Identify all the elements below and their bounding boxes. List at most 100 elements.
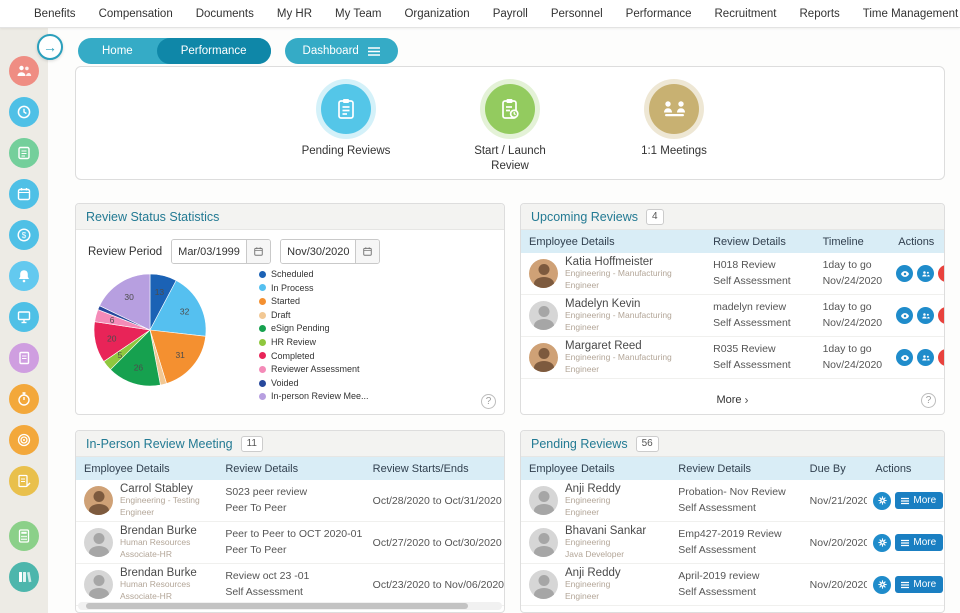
nav-documents[interactable]: Documents [196, 8, 254, 20]
nav-my-hr[interactable]: My HR [277, 8, 312, 20]
review-name: H018 Review [713, 259, 776, 272]
review-name: Emp427-2019 Review [678, 528, 782, 541]
more-button[interactable]: More [895, 492, 944, 509]
table-row: Anji Reddy Engineering Engineer April-20… [521, 564, 944, 606]
legend-item: Scheduled [259, 268, 369, 281]
start-launch-review-action[interactable]: Start / Launch Review [460, 80, 560, 179]
calendar-icon[interactable] [9, 179, 39, 209]
payroll-icon[interactable]: $ [9, 220, 39, 250]
tab-performance[interactable]: Performance [156, 38, 271, 64]
nav-time-management[interactable]: Time Management [863, 8, 958, 20]
legend-dot-icon [259, 325, 266, 333]
goals-icon[interactable] [9, 425, 39, 455]
due-date: Nov/20/2020 [809, 578, 868, 591]
nav-organization[interactable]: Organization [404, 8, 469, 20]
table-row: Brendan Burke Human Resources Associate-… [76, 564, 504, 606]
cancel-icon[interactable]: × [938, 265, 944, 282]
one-on-one-meetings-action[interactable]: 1:1 Meetings [624, 80, 724, 179]
employee-role: Java Developer [565, 548, 625, 559]
settings-gear-icon[interactable] [873, 575, 892, 594]
help-icon[interactable]: ? [921, 393, 936, 408]
legend-item: In Process [259, 282, 369, 295]
ledger-icon[interactable] [9, 466, 39, 496]
more-link[interactable]: More › [716, 393, 748, 407]
cancel-icon[interactable]: × [938, 349, 944, 366]
more-button[interactable]: More [895, 576, 944, 593]
one-on-one-meetings-icon[interactable] [649, 84, 699, 134]
date-to-input[interactable] [281, 240, 356, 263]
more-button[interactable]: More [895, 534, 944, 551]
count-badge: 11 [240, 435, 263, 452]
time-icon[interactable] [9, 97, 39, 127]
table-row: Brendan Burke Human Resources Associate-… [76, 522, 504, 564]
documents-icon[interactable] [9, 343, 39, 373]
nav-recruitment[interactable]: Recruitment [715, 8, 777, 20]
tasks-icon[interactable] [9, 138, 39, 168]
review-type: Self Assessment [678, 501, 756, 514]
sidebar-expand-button[interactable]: → [37, 34, 63, 60]
employee-dept: Human Resources [120, 537, 191, 548]
legend-item: Reviewer Assessment [259, 363, 369, 376]
pie-value-label: 32 [180, 307, 190, 317]
tab-home[interactable]: Home [78, 38, 157, 64]
reassign-icon[interactable] [917, 349, 935, 366]
nav-benefits[interactable]: Benefits [34, 8, 76, 20]
table-header: Employee Details Review Details Due By A… [521, 457, 944, 480]
timer-icon[interactable] [9, 384, 39, 414]
pending-reviews-icon[interactable] [321, 84, 371, 134]
library-icon[interactable] [9, 562, 39, 592]
settings-gear-icon[interactable] [873, 491, 892, 510]
column-header: Timeline [822, 235, 864, 248]
legend-item: Voided [259, 377, 369, 390]
nav-compensation[interactable]: Compensation [99, 8, 173, 20]
employee-dept: Human Resources [120, 579, 191, 590]
pending-reviews-action[interactable]: Pending Reviews [296, 80, 396, 179]
date-from-input[interactable] [172, 240, 247, 263]
column-header: Review Details [225, 462, 299, 475]
cancel-icon[interactable]: × [938, 307, 944, 324]
nav-personnel[interactable]: Personnel [551, 8, 603, 20]
review-period-row: Review Period [76, 230, 504, 264]
scrollbar-thumb[interactable] [86, 603, 469, 609]
review-dates: Oct/27/2020 to Oct/30/2020 [372, 536, 502, 549]
review-dates: Oct/28/2020 to Oct/31/2020 [372, 494, 502, 507]
reassign-icon[interactable] [917, 307, 935, 324]
view-icon[interactable] [896, 349, 914, 366]
review-type: Self Assessment [713, 316, 791, 329]
column-header: Employee Details [529, 235, 615, 248]
view-icon[interactable] [896, 265, 914, 282]
nav-reports[interactable]: Reports [800, 8, 840, 20]
review-period-label: Review Period [88, 245, 163, 258]
notifications-icon[interactable] [9, 261, 39, 291]
calendar-picker-icon[interactable] [355, 240, 380, 263]
legend-dot-icon [259, 297, 266, 305]
help-icon[interactable]: ? [481, 394, 496, 409]
employee-role: Engineer [565, 279, 600, 290]
table-row: Bhavani Sankar Engineering Java Develope… [521, 522, 944, 564]
tab-dashboard[interactable]: Dashboard [284, 38, 398, 64]
settings-gear-icon[interactable] [873, 533, 892, 552]
nav-performance[interactable]: Performance [626, 8, 692, 20]
calculator-icon[interactable] [9, 521, 39, 551]
legend-label: Reviewer Assessment [271, 364, 360, 375]
employee-name: Brendan Burke [120, 525, 197, 538]
employees-icon[interactable] [9, 56, 39, 86]
legend-item: In-person Review Mee... [259, 390, 369, 403]
start-launch-review-icon[interactable] [485, 84, 535, 134]
menu-icon [901, 581, 910, 588]
svg-text:$: $ [22, 231, 27, 240]
reassign-icon[interactable] [917, 265, 935, 282]
calendar-picker-icon[interactable] [246, 240, 271, 263]
nav-my-team[interactable]: My Team [335, 8, 381, 20]
nav-payroll[interactable]: Payroll [493, 8, 528, 20]
workstation-icon[interactable] [9, 302, 39, 332]
employee-name: Katia Hoffmeister [565, 256, 653, 269]
legend-dot-icon [259, 311, 266, 319]
screen: Benefits Compensation Documents My HR My… [0, 0, 960, 613]
employee-role: Engineer [565, 363, 600, 374]
timeline-date: Nov/24/2020 [822, 358, 883, 371]
pie-value-label: 30 [124, 292, 134, 302]
view-icon[interactable] [896, 307, 914, 324]
timeline-date: Nov/24/2020 [822, 274, 883, 287]
table-header: Employee Details Review Details Review S… [76, 457, 504, 480]
